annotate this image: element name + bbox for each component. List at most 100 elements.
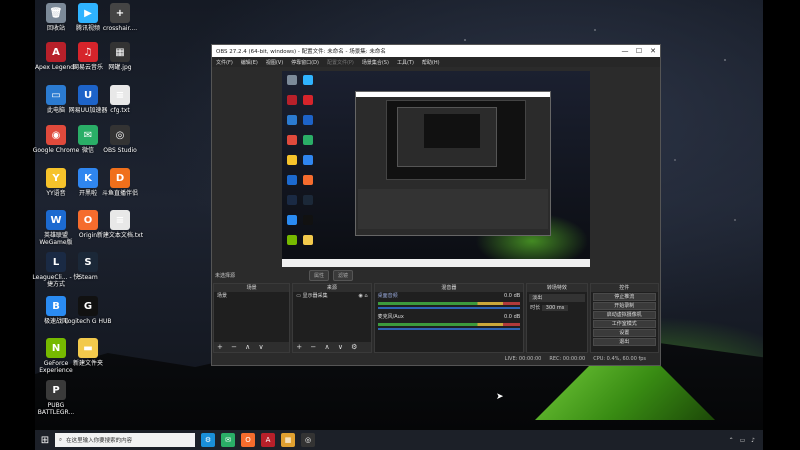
exit-button[interactable]: 退出	[592, 338, 656, 346]
start-virtual-camera-button[interactable]: 启动虚拟摄像机	[592, 311, 656, 319]
desktop-icon[interactable]: G Logitech G HUB	[62, 296, 114, 325]
desktop-icon[interactable]: ▬ 新建文件夹	[62, 338, 114, 367]
scenes-toolbar[interactable]: + − ∧ ∨	[214, 342, 290, 352]
transitions-dock-title: 转场特效	[527, 284, 587, 292]
no-source-label: 未选择源	[215, 272, 236, 279]
app-icon: ▦	[110, 42, 130, 62]
maximize-button[interactable]: ☐	[632, 47, 646, 55]
obs-menubar: 文件(F) 编辑(E) 视图(V) 停靠窗口(D) 配置文件(P) 场景集合(S…	[212, 57, 660, 67]
controls-dock-title: 控件	[590, 284, 658, 292]
desktop-icon[interactable]: D 斗鱼直播伴侣	[94, 168, 146, 197]
desktop-icon-label: OBS Studio	[103, 147, 137, 154]
menu-help[interactable]: 帮助(H)	[422, 59, 440, 66]
obs-window-title: OBS 27.2.4 (64-bit, windows) - 配置文件: 未命名…	[216, 49, 386, 55]
taskbar-app-gallery-icon[interactable]: ▦	[281, 433, 295, 447]
desktop-icon[interactable]: ▦ 网罐.jpg	[94, 42, 146, 71]
channel-name: 桌面音频	[377, 293, 398, 299]
desktop-icon-label: PUBG BATTLEGR...	[37, 402, 75, 416]
eye-icon[interactable]: ◉ ⌂	[358, 292, 370, 300]
channel-db: 0.0 dB	[504, 314, 521, 320]
app-icon: S	[78, 252, 98, 272]
mixer-channel-mic: 麦克风/Aux 0.0 dB	[375, 313, 524, 321]
app-icon: G	[78, 296, 98, 316]
mouse-cursor-icon: ➤	[496, 392, 504, 402]
close-button[interactable]: ✕	[646, 47, 660, 55]
desktop-icon-label: crosshair....	[102, 25, 138, 32]
source-toolbar: 未选择源 属性 滤镜	[212, 269, 660, 281]
desktop-icon-label: 新建文本文档.txt	[96, 232, 144, 239]
minimize-button[interactable]: —	[618, 47, 632, 55]
volume-slider[interactable]	[377, 307, 521, 309]
menu-docks[interactable]: 停靠窗口(D)	[291, 59, 319, 66]
mixer-dock-title: 混音器	[374, 284, 524, 292]
volume-meter	[377, 302, 521, 305]
search-box[interactable]: ⌕ 在这里输入你要搜索的内容	[55, 433, 195, 447]
app-icon: P	[46, 380, 66, 400]
studio-mode-button[interactable]: 工作室模式	[592, 320, 656, 328]
channel-name: 麦克风/Aux	[377, 314, 404, 320]
sources-toolbar-buttons: + − ∧ ∨	[296, 343, 346, 351]
menu-file[interactable]: 文件(F)	[216, 59, 233, 66]
menu-edit[interactable]: 编辑(E)	[241, 59, 258, 66]
search-icon: ⌕	[59, 436, 63, 443]
scenes-dock: 场景 场景 + − ∧ ∨	[213, 283, 291, 353]
taskbar-app-obs-icon[interactable]: ◎	[301, 433, 315, 447]
duration-value: 300 ms	[541, 305, 569, 311]
desktop-icon-label: Steam	[78, 274, 98, 281]
settings-button[interactable]: 设置	[592, 329, 656, 337]
menu-profile[interactable]: 配置文件(P)	[327, 59, 354, 66]
audio-mixer-dock: 混音器 桌面音频 0.0 dB 麦克风/Aux 0.0 dB	[373, 283, 525, 353]
obs-titlebar[interactable]: OBS 27.2.4 (64-bit, windows) - 配置文件: 未命名…	[212, 45, 660, 57]
sources-dock: 来源 ▭ 显示器采集 ◉ ⌂ + − ∧ ∨ ⚙	[292, 283, 372, 353]
app-icon: D	[110, 168, 130, 188]
desktop-icon[interactable]: S Steam	[62, 252, 114, 281]
app-icon: ▬	[78, 338, 98, 358]
app-icon: ≡	[110, 210, 130, 230]
duration-label: 时长	[530, 305, 541, 311]
app-icon: +	[110, 3, 130, 23]
app-icon: ≡	[110, 85, 130, 105]
transition-type: 淡出	[532, 295, 543, 301]
search-placeholder: 在这里输入你要搜索的内容	[66, 438, 133, 444]
volume-slider[interactable]	[377, 328, 521, 330]
transition-select[interactable]: 淡出	[529, 294, 585, 302]
menu-tools[interactable]: 工具(T)	[397, 59, 414, 66]
menu-view[interactable]: 视图(V)	[266, 59, 283, 66]
mixer-channel-desktop: 桌面音频 0.0 dB	[375, 292, 524, 300]
taskbar-app-apex-icon[interactable]: A	[261, 433, 275, 447]
taskbar-app-settings-icon[interactable]: ⚙	[201, 433, 215, 447]
preview-desktop-icons	[284, 75, 320, 255]
desktop-icon-label: 斗鱼直播伴侣	[101, 190, 138, 197]
rec-time: REC: 00:00:00	[549, 356, 586, 362]
taskbar-app-wechat-icon[interactable]: ✉	[221, 433, 235, 447]
desktop-icon[interactable]: ◎ OBS Studio	[94, 125, 146, 154]
taskbar-apps: ⚙ ✉ O A ▦ ◎	[195, 433, 315, 447]
transitions-dock: 转场特效 淡出 时长 300 ms	[526, 283, 588, 353]
obs-docks: 场景 场景 + − ∧ ∨ 来源 ▭ 显示器采集 ◉ ⌂ + − ∧ ∨ ⚙ 混…	[212, 283, 660, 353]
channel-db: 0.0 dB	[504, 293, 521, 299]
properties-button[interactable]: 属性	[309, 269, 330, 281]
obs-preview[interactable]	[282, 71, 590, 267]
menu-scene-collection[interactable]: 场景集合(S)	[362, 59, 389, 66]
desktop-icon-label: Logitech G HUB	[64, 318, 112, 325]
desktop-icon[interactable]: ≡ 新建文本文档.txt	[94, 210, 146, 239]
sources-toolbar[interactable]: + − ∧ ∨ ⚙	[293, 342, 371, 352]
source-item-label: 显示器采集	[302, 293, 328, 299]
transition-duration[interactable]: 时长 300 ms	[527, 304, 586, 312]
system-tray[interactable]: ⌃ ▭ ♪	[729, 437, 763, 444]
start-button[interactable]: ⊞	[35, 435, 55, 446]
filters-button[interactable]: 滤镜	[333, 269, 354, 281]
scenes-dock-title: 场景	[214, 284, 290, 292]
desktop-icon[interactable]: + crosshair....	[94, 3, 146, 32]
start-recording-button[interactable]: 开始录制	[592, 302, 656, 310]
obs-window[interactable]: OBS 27.2.4 (64-bit, windows) - 配置文件: 未命名…	[211, 44, 661, 366]
scene-item[interactable]: 场景	[214, 292, 289, 300]
preview-taskbar	[282, 259, 590, 267]
stop-streaming-button[interactable]: 停止推流	[592, 293, 656, 301]
source-item[interactable]: ▭ 显示器采集 ◉ ⌂	[293, 292, 370, 300]
desktop-icon-label: 网罐.jpg	[108, 64, 132, 71]
desktop-icon[interactable]: ≡ cfg.txt	[94, 85, 146, 114]
desktop-icon-label: 新建文件夹	[72, 360, 103, 367]
desktop-icon[interactable]: P PUBG BATTLEGR...	[30, 380, 82, 416]
taskbar-app-origin-icon[interactable]: O	[241, 433, 255, 447]
